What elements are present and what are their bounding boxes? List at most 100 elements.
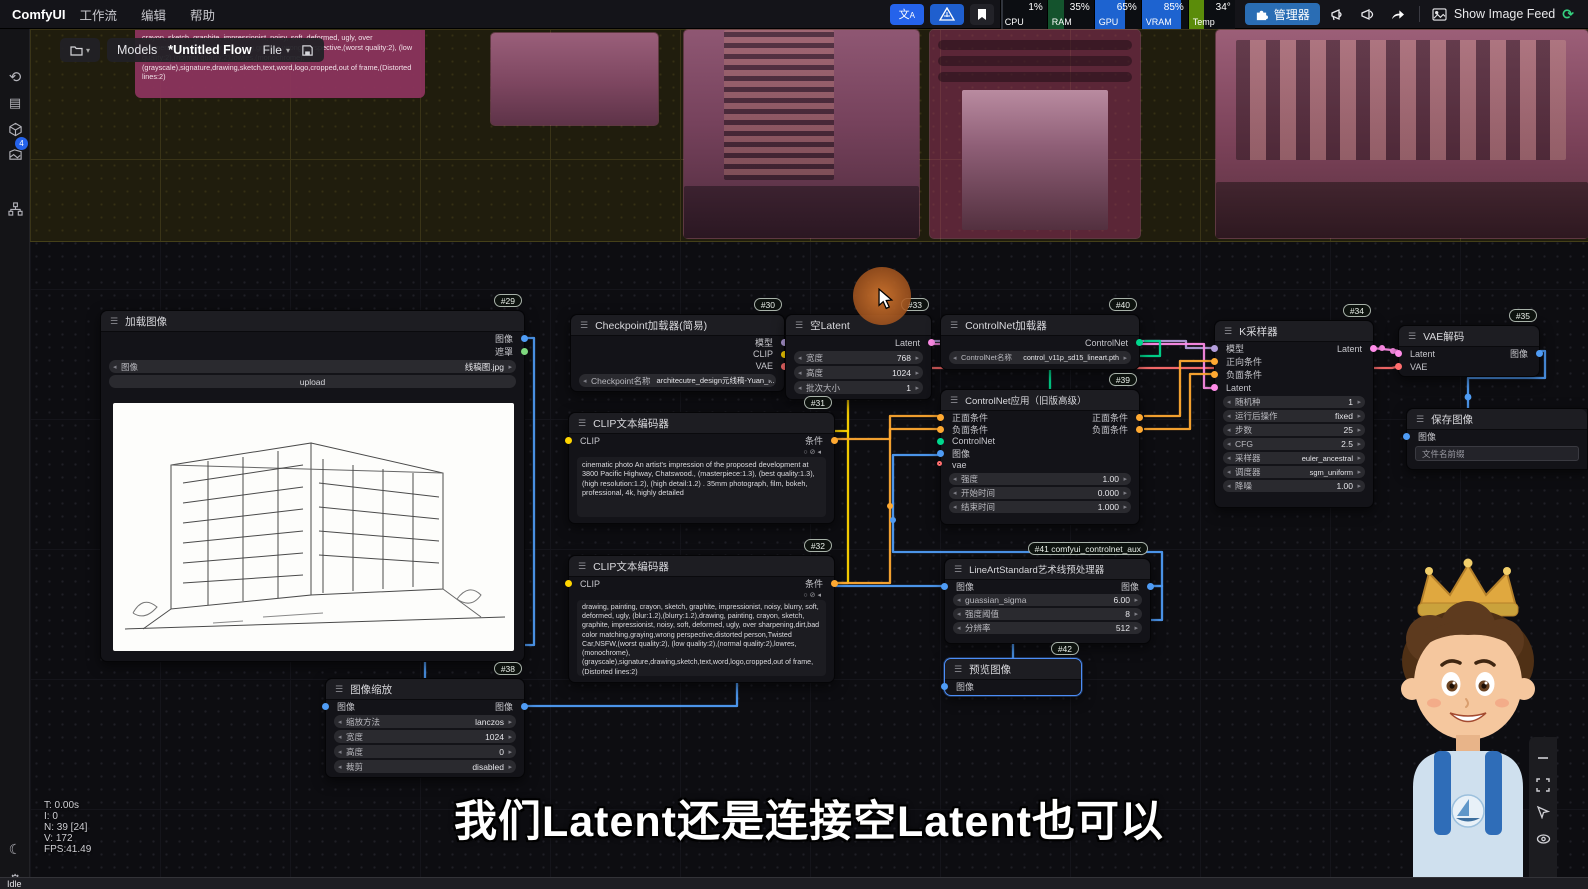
height-widget[interactable]: 高度1024 bbox=[794, 366, 923, 379]
slot-latent-in[interactable] bbox=[1211, 384, 1218, 391]
width-widget[interactable]: 宽度768 bbox=[794, 351, 923, 364]
node-checkpoint-loader[interactable]: #30 ☰Checkpoint加载器(简易) 模型 CLIP VAE Check… bbox=[570, 314, 785, 392]
slot-positive-in[interactable] bbox=[1211, 358, 1218, 365]
share-button[interactable] bbox=[1390, 8, 1405, 21]
zoom-out-icon[interactable] bbox=[1534, 749, 1552, 767]
image-select-widget[interactable]: 图像线稿图.jpg bbox=[109, 360, 516, 373]
upload-button[interactable]: upload bbox=[109, 375, 516, 388]
node-clip-encode-negative[interactable]: #32 ☰CLIP文本编码器 CLIP条件 ○⊘◂ drawing, paint… bbox=[568, 555, 835, 683]
strength-widget[interactable]: 强度1.00 bbox=[949, 473, 1131, 485]
save-icon[interactable] bbox=[301, 44, 314, 57]
collapse-icon[interactable]: ☰ bbox=[578, 418, 586, 429]
slot-image-in[interactable] bbox=[1403, 433, 1410, 440]
slot-positive-in[interactable] bbox=[937, 414, 944, 421]
resolution-widget[interactable]: 分辨率512 bbox=[953, 622, 1142, 634]
node-title[interactable]: ☰ControlNet应用（旧版高级） bbox=[941, 390, 1139, 411]
sidebar-history-button[interactable]: ⟲ bbox=[0, 65, 30, 89]
prompt-textarea[interactable]: cinematic photo An artist's impression o… bbox=[577, 457, 826, 517]
node-title[interactable]: ☰K采样器 bbox=[1215, 321, 1373, 342]
controlnet-name-widget[interactable]: ControlNet名称control_v11p_sd15_lineart.pt… bbox=[949, 351, 1131, 364]
slot-mask-out[interactable] bbox=[521, 348, 528, 355]
slot-image-out[interactable] bbox=[1536, 350, 1543, 357]
node-title[interactable]: ☰保存图像 bbox=[1407, 409, 1587, 430]
collapse-icon[interactable]: ☰ bbox=[1416, 414, 1424, 425]
node-title[interactable]: ☰CLIP文本编码器 bbox=[569, 556, 834, 577]
bookmark-button[interactable] bbox=[970, 4, 994, 25]
checkpoint-name-widget[interactable]: Checkpoint名称architecutre_design元线稿-Yuan_… bbox=[579, 374, 776, 387]
node-empty-latent[interactable]: #33 ☰空Latent Latent 宽度768 高度1024 批次大小1 bbox=[785, 314, 932, 400]
logo-button[interactable] bbox=[930, 4, 964, 25]
node-controlnet-loader[interactable]: #40 ☰ControlNet加载器 ControlNet ControlNet… bbox=[940, 314, 1140, 370]
collapse-icon[interactable]: ☰ bbox=[1224, 326, 1232, 337]
intensity-threshold-widget[interactable]: 强度阈值8 bbox=[953, 608, 1142, 620]
slot-model-in[interactable] bbox=[1211, 345, 1218, 352]
node-title[interactable]: ☰图像缩放 bbox=[326, 679, 524, 700]
slot-image-in[interactable] bbox=[322, 703, 329, 710]
width-widget[interactable]: 宽度1024 bbox=[334, 730, 516, 743]
collapse-icon[interactable]: ☰ bbox=[335, 684, 343, 695]
text-widget-icons[interactable]: ○⊘◂ bbox=[803, 591, 823, 599]
collapse-icon[interactable]: ☰ bbox=[580, 320, 588, 331]
crop-widget[interactable]: 裁剪disabled bbox=[334, 760, 516, 773]
collapse-icon[interactable]: ☰ bbox=[110, 316, 118, 327]
slot-latent-out[interactable] bbox=[1370, 345, 1377, 352]
node-title[interactable]: ☰空Latent bbox=[786, 315, 931, 336]
node-save-image[interactable]: ☰保存图像 图像 文件名前缀 bbox=[1406, 408, 1588, 470]
slot-vae-in[interactable] bbox=[937, 461, 942, 466]
steps-widget[interactable]: 步数25 bbox=[1223, 424, 1365, 436]
node-image-scale[interactable]: #38 ☰图像缩放 图像图像 缩放方法lanczos 宽度1024 高度0 裁剪… bbox=[325, 678, 525, 778]
slot-positive-out[interactable] bbox=[1136, 414, 1143, 421]
node-title[interactable]: ☰CLIP文本编码器 bbox=[569, 413, 834, 434]
filename-prefix-input[interactable]: 文件名前缀 bbox=[1415, 446, 1579, 461]
slot-image-out[interactable] bbox=[1147, 583, 1154, 590]
control-after-generate-widget[interactable]: 运行后操作fixed bbox=[1223, 410, 1365, 422]
collapse-icon[interactable]: ☰ bbox=[1408, 331, 1416, 342]
node-title[interactable]: ☰加载图像 bbox=[101, 311, 524, 332]
announce-button-alt[interactable] bbox=[1360, 7, 1376, 22]
select-cursor-icon[interactable] bbox=[1534, 803, 1552, 821]
node-title[interactable]: ☰Checkpoint加载器(简易) bbox=[571, 315, 784, 336]
sidebar-node-map-button[interactable] bbox=[0, 197, 30, 221]
fit-view-icon[interactable] bbox=[1534, 776, 1552, 794]
node-title[interactable]: ☰ControlNet加载器 bbox=[941, 315, 1139, 336]
announce-button[interactable] bbox=[1330, 7, 1346, 22]
slot-controlnet-in[interactable] bbox=[937, 438, 944, 445]
collapse-icon[interactable]: ☰ bbox=[795, 320, 803, 331]
scheduler-widget[interactable]: 调度器sgm_uniform bbox=[1223, 466, 1365, 478]
start-percent-widget[interactable]: 开始时间0.000 bbox=[949, 487, 1131, 499]
slot-latent-out[interactable] bbox=[928, 339, 935, 346]
cfg-widget[interactable]: CFG2.5 bbox=[1223, 438, 1365, 450]
collapse-icon[interactable]: ☰ bbox=[578, 561, 586, 572]
node-vae-decode[interactable]: #35 ☰VAE解码 Latent图像 VAE bbox=[1398, 325, 1540, 377]
node-preview-image[interactable]: #42 ☰预览图像 图像 bbox=[944, 658, 1082, 696]
models-label[interactable]: Models bbox=[117, 43, 157, 57]
sampler-widget[interactable]: 采样器euler_ancestral bbox=[1223, 452, 1365, 464]
node-load-image[interactable]: #29 ☰加载图像 图像 遮罩 图像线稿图.jpg upload bbox=[100, 310, 525, 662]
menu-workflow[interactable]: 工作流 bbox=[79, 5, 117, 24]
slot-negative-out[interactable] bbox=[1136, 426, 1143, 433]
slot-vae-in[interactable] bbox=[1395, 363, 1402, 370]
denoise-widget[interactable]: 降噪1.00 bbox=[1223, 480, 1365, 492]
slot-image-in[interactable] bbox=[937, 450, 944, 457]
slot-clip-in[interactable] bbox=[565, 437, 572, 444]
slot-image-in[interactable] bbox=[941, 683, 948, 690]
collapse-icon[interactable]: ☰ bbox=[954, 664, 962, 675]
slot-controlnet-out[interactable] bbox=[1136, 339, 1143, 346]
method-widget[interactable]: 缩放方法lanczos bbox=[334, 715, 516, 728]
seed-widget[interactable]: 随机种1 bbox=[1223, 396, 1365, 408]
show-image-feed-button[interactable]: Show Image Feed ⟳ bbox=[1432, 6, 1574, 23]
node-title[interactable]: ☰VAE解码 bbox=[1399, 326, 1539, 347]
node-title[interactable]: ☰LineArtStandard艺术线预处理器 bbox=[945, 559, 1150, 580]
slot-conditioning-out[interactable] bbox=[831, 580, 838, 587]
slot-clip-in[interactable] bbox=[565, 580, 572, 587]
manager-button[interactable]: 管理器 bbox=[1245, 3, 1320, 25]
node-clip-encode-positive[interactable]: #31 ☰CLIP文本编码器 CLIP条件 ○⊘◂ cinematic phot… bbox=[568, 412, 835, 524]
batch-size-widget[interactable]: 批次大小1 bbox=[794, 381, 923, 394]
node-title[interactable]: ☰预览图像 bbox=[945, 659, 1081, 680]
app-logo[interactable]: ComfyUI bbox=[12, 7, 65, 22]
slot-image-in[interactable] bbox=[941, 583, 948, 590]
text-widget-icons[interactable]: ○⊘◂ bbox=[803, 448, 823, 456]
slot-negative-in[interactable] bbox=[937, 426, 944, 433]
gaussian-sigma-widget[interactable]: guassian_sigma6.00 bbox=[953, 594, 1142, 606]
height-widget[interactable]: 高度0 bbox=[334, 745, 516, 758]
